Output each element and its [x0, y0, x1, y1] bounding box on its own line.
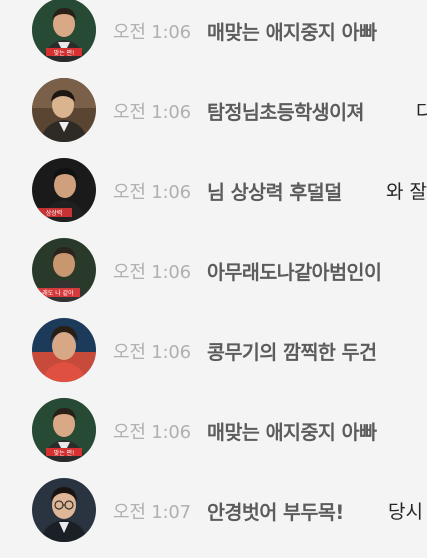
sender-nickname[interactable]: 매맞는 애지중지 아빠 — [207, 16, 377, 45]
sender-nickname[interactable]: 콩무기의 깜찍한 두건 — [207, 336, 377, 365]
chat-message-list: 맞는 편! 오전 1:06 매맞는 애지중지 아빠 오전 1:06 탐정님초등학… — [0, 0, 427, 549]
sender-nickname[interactable]: 탐정님초등학생이져 — [207, 96, 364, 125]
message-time: 오전 1:06 — [113, 262, 191, 283]
user-avatar-tvshow-icon[interactable]: 래도 나 같아 — [32, 238, 96, 302]
message-time: 오전 1:06 — [113, 342, 191, 363]
svg-text:상상력: 상상력 — [46, 209, 63, 217]
sender-nickname[interactable]: 매맞는 애지중지 아빠 — [207, 416, 377, 445]
message-text: 다 — [416, 101, 427, 123]
svg-text:맞는 편!: 맞는 편! — [54, 49, 75, 57]
user-avatar-tvshow-icon[interactable]: 맞는 편! — [32, 0, 96, 62]
chat-message-row[interactable]: 래도 나 같아 오전 1:06 아무래도나같아범인이 — [0, 238, 427, 318]
sender-nickname[interactable]: 아무래도나같아범인이 — [207, 256, 382, 285]
chat-message-row[interactable]: 오전 1:06 콩무기의 깜찍한 두건 — [0, 318, 427, 398]
sender-nickname[interactable]: 님 상상력 후덜덜 — [207, 176, 342, 205]
chat-message-row[interactable]: 상상력 오전 1:06 님 상상력 후덜덜 와 잘 — [0, 158, 427, 238]
user-avatar-man-icon[interactable] — [32, 78, 96, 142]
message-text: 당시 — [388, 501, 423, 523]
user-avatar-man-icon[interactable] — [32, 318, 96, 382]
message-time: 오전 1:06 — [113, 102, 191, 123]
user-avatar-tvshow-icon[interactable]: 상상력 — [32, 158, 96, 222]
chat-message-row[interactable]: 오전 1:06 탐정님초등학생이져 다 — [0, 78, 427, 158]
user-avatar-tvshow-icon[interactable]: 맞는 편! — [32, 398, 96, 462]
sender-nickname[interactable]: 안경벗어 부두목! — [207, 496, 344, 525]
chat-message-row[interactable]: 오전 1:07 안경벗어 부두목! 당시 — [0, 478, 427, 558]
chat-message-row[interactable]: 맞는 편! 오전 1:06 매맞는 애지중지 아빠 — [0, 0, 427, 78]
message-time: 오전 1:07 — [113, 502, 191, 523]
message-text: 와 잘 — [386, 181, 427, 203]
user-avatar-glasses-icon[interactable] — [32, 478, 96, 542]
svg-text:맞는 편!: 맞는 편! — [54, 449, 75, 457]
message-time: 오전 1:06 — [113, 22, 191, 43]
svg-text:래도 나 같아: 래도 나 같아 — [42, 289, 74, 297]
message-time: 오전 1:06 — [113, 422, 191, 443]
message-time: 오전 1:06 — [113, 182, 191, 203]
chat-message-row[interactable]: 맞는 편! 오전 1:06 매맞는 애지중지 아빠 — [0, 398, 427, 478]
